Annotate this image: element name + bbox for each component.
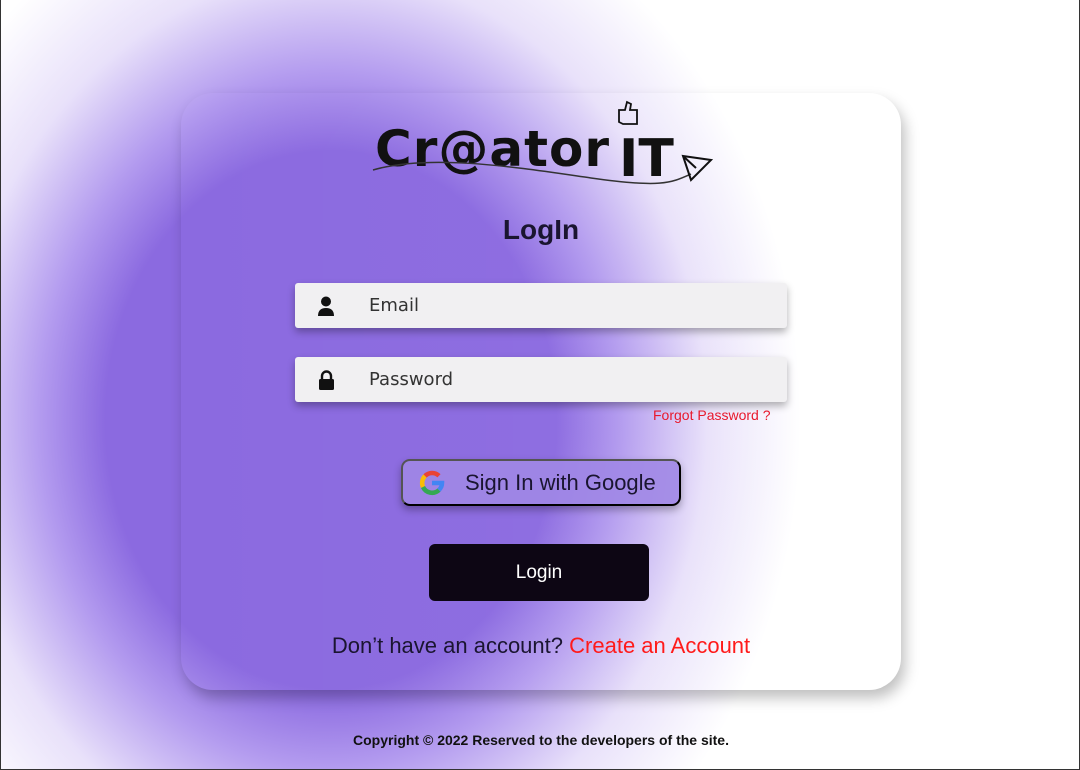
signup-prompt-text: Don’t have an account? — [331, 633, 564, 658]
google-icon — [419, 470, 445, 495]
email-field[interactable] — [295, 283, 787, 328]
svg-text:IT: IT — [619, 129, 674, 188]
creator-it-logo: Cr@ator IT — [372, 100, 714, 188]
password-input[interactable] — [369, 369, 769, 390]
page-title: LogIn — [502, 214, 580, 245]
lock-icon — [295, 369, 357, 390]
login-button[interactable]: Login — [429, 544, 649, 601]
google-signin-button[interactable]: Sign In with Google — [401, 459, 681, 506]
forgot-password-link[interactable]: Forgot Password ? — [653, 407, 771, 423]
signup-prompt: Don’t have an account? Create an Account — [1, 633, 1080, 659]
email-input[interactable] — [369, 295, 769, 316]
copyright-footer: Copyright © 2022 Reserved to the develop… — [353, 732, 729, 748]
svg-text:Cr@ator: Cr@ator — [375, 120, 610, 178]
user-icon — [295, 296, 357, 316]
create-account-link[interactable]: Create an Account — [569, 633, 750, 658]
google-button-label: Sign In with Google — [465, 469, 656, 495]
password-field[interactable] — [295, 357, 787, 402]
